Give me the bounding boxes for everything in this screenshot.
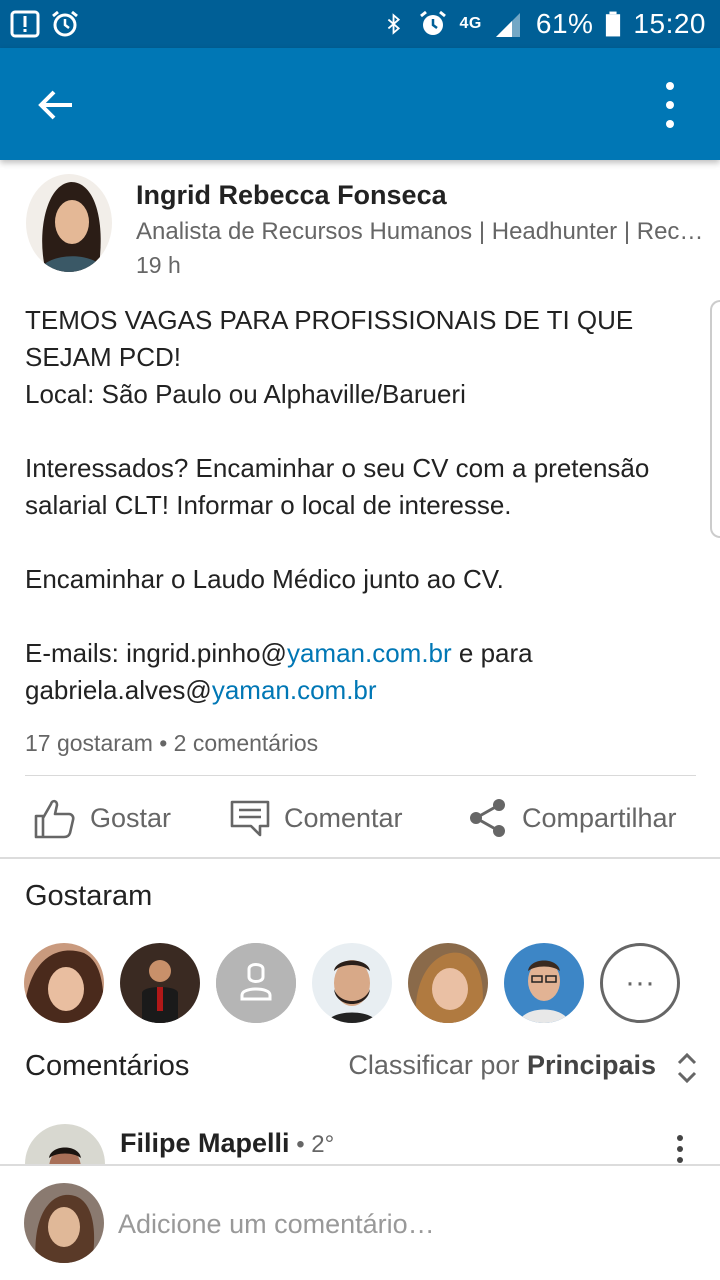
comment-input[interactable] — [118, 1194, 698, 1254]
liker-avatar[interactable] — [24, 943, 104, 1023]
like-button[interactable]: Gostar — [32, 793, 171, 843]
share-icon — [470, 799, 505, 837]
battery-percent: 61% — [535, 8, 594, 39]
email2-user: gabriela.alves@ — [25, 675, 212, 705]
email-middle: e para — [451, 638, 533, 668]
comment-author-name: Filipe Mapelli — [120, 1128, 290, 1158]
connection-degree: • 2° — [289, 1131, 335, 1158]
clock: 15:20 — [633, 8, 706, 39]
more-likers-button[interactable]: ··· — [600, 943, 680, 1023]
comment-icon — [230, 800, 270, 837]
network-type: 4G — [459, 15, 482, 32]
social-counts[interactable]: 17 gostaram • 2 comentários — [25, 730, 318, 757]
comment-label: Comentar — [284, 802, 403, 833]
comment-composer — [0, 1164, 720, 1280]
alarm-icon — [52, 10, 78, 37]
divider — [25, 775, 696, 776]
post-emails: E-mails: ingrid.pinho@yaman.com.br e par… — [25, 635, 705, 672]
post-body: TEMOS VAGAS PARA PROFISSIONAIS DE TI QUE… — [25, 302, 705, 709]
battery-icon — [606, 11, 621, 37]
current-user-avatar — [24, 1183, 104, 1263]
post-text-line: TEMOS VAGAS PARA PROFISSIONAIS DE TI QUE… — [25, 305, 634, 372]
signal-icon — [495, 13, 520, 37]
share-label: Compartilhar — [522, 802, 677, 833]
email-domain-link[interactable]: yaman.com.br — [287, 638, 452, 668]
divider — [0, 857, 720, 859]
bluetooth-icon — [387, 13, 400, 35]
email-domain-link-2[interactable]: yaman.com.br — [212, 675, 377, 705]
share-button[interactable]: Compartilhar — [468, 793, 677, 843]
status-bar: 4G 61% 15:20 — [0, 0, 720, 48]
comment-overflow-icon[interactable] — [672, 1134, 688, 1164]
sort-chevrons-icon[interactable] — [676, 1050, 698, 1086]
overflow-menu-icon[interactable] — [660, 80, 680, 130]
person-placeholder-icon — [216, 943, 296, 1023]
alarm-icon-2 — [419, 10, 446, 35]
sort-value: Principais — [526, 1050, 656, 1080]
author-headline: Analista de Recursos Humanos | Headhunte… — [136, 218, 706, 245]
notification-alert-icon — [10, 10, 40, 38]
sort-prefix: Classificar por — [348, 1050, 527, 1080]
sort-control[interactable]: Classificar por Principais — [348, 1050, 656, 1081]
scroll-indicator — [710, 300, 720, 538]
post-text-line: Interessados? Encaminhar o seu CV com a … — [25, 453, 650, 520]
post-time: 19 h — [136, 252, 181, 278]
post-text-line: Encaminhar o Laudo Médico junto ao CV. — [25, 564, 504, 594]
post-text-line: Local: São Paulo ou Alphaville/Barueri — [25, 379, 466, 409]
comments-title: Comentários — [25, 1050, 190, 1082]
thumbs-up-icon — [34, 799, 75, 839]
author-name[interactable]: Ingrid Rebecca Fonseca — [136, 180, 447, 211]
comment-author[interactable]: Filipe Mapelli • 2° — [120, 1128, 334, 1159]
liker-avatar[interactable] — [312, 943, 392, 1023]
liker-avatar[interactable] — [504, 943, 584, 1023]
liker-avatar[interactable] — [408, 943, 488, 1023]
likes-title: Gostaram — [25, 880, 153, 912]
email-prefix: E-mails: ingrid.pinho@ — [25, 638, 287, 668]
liker-avatar-placeholder[interactable] — [216, 943, 296, 1023]
liker-avatar[interactable] — [120, 943, 200, 1023]
app-bar — [0, 48, 720, 160]
like-label: Gostar — [90, 802, 172, 833]
back-arrow-icon[interactable] — [30, 80, 80, 130]
comment-button[interactable]: Comentar — [230, 793, 403, 843]
author-avatar[interactable] — [26, 174, 112, 272]
post-emails-2: gabriela.alves@yaman.com.br — [25, 672, 705, 709]
